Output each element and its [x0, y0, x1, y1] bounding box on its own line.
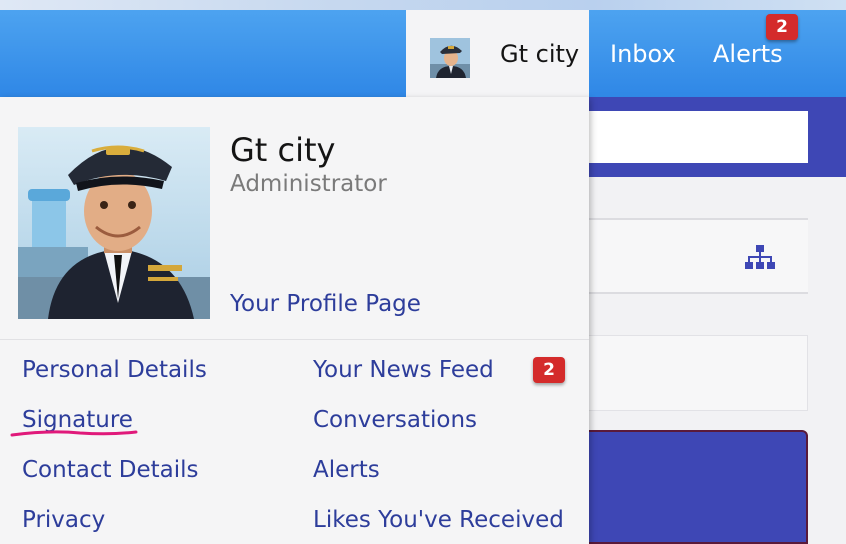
account-menu-tab[interactable]: Gt city: [406, 10, 589, 97]
menu-alerts-badge[interactable]: 2: [533, 357, 565, 383]
profile-role: Administrator: [230, 171, 387, 197]
profile-avatar[interactable]: [18, 127, 210, 319]
header-username[interactable]: Gt city: [500, 40, 579, 68]
account-dropdown-menu: Gt city Administrator Your Profile Page …: [0, 97, 589, 544]
pilot-avatar-icon: [430, 38, 470, 78]
menu-item-conversations[interactable]: Conversations: [313, 407, 477, 433]
menu-item-alerts[interactable]: Alerts: [313, 457, 380, 483]
nav-inbox-link[interactable]: Inbox: [610, 40, 676, 68]
divider: [0, 339, 589, 340]
profile-name: Gt city: [230, 131, 336, 169]
menu-item-news-feed[interactable]: Your News Feed: [313, 357, 494, 383]
background-strip: [0, 0, 846, 10]
sitemap-icon[interactable]: [744, 244, 776, 272]
pilot-avatar-icon: [18, 127, 210, 319]
menu-item-likes-received[interactable]: Likes You've Received: [313, 507, 564, 533]
avatar[interactable]: [430, 38, 470, 78]
highlight-underline-mark: [10, 430, 138, 437]
menu-item-privacy[interactable]: Privacy: [22, 507, 105, 533]
menu-item-contact-details[interactable]: Contact Details: [22, 457, 199, 483]
content-box: [589, 335, 808, 411]
profile-page-link[interactable]: Your Profile Page: [230, 291, 421, 317]
nav-alerts-link[interactable]: Alerts: [713, 40, 783, 68]
alerts-count-badge[interactable]: 2: [766, 14, 798, 40]
content-panel: [589, 430, 808, 544]
menu-item-personal-details[interactable]: Personal Details: [22, 357, 207, 383]
search-bar[interactable]: [589, 111, 808, 163]
